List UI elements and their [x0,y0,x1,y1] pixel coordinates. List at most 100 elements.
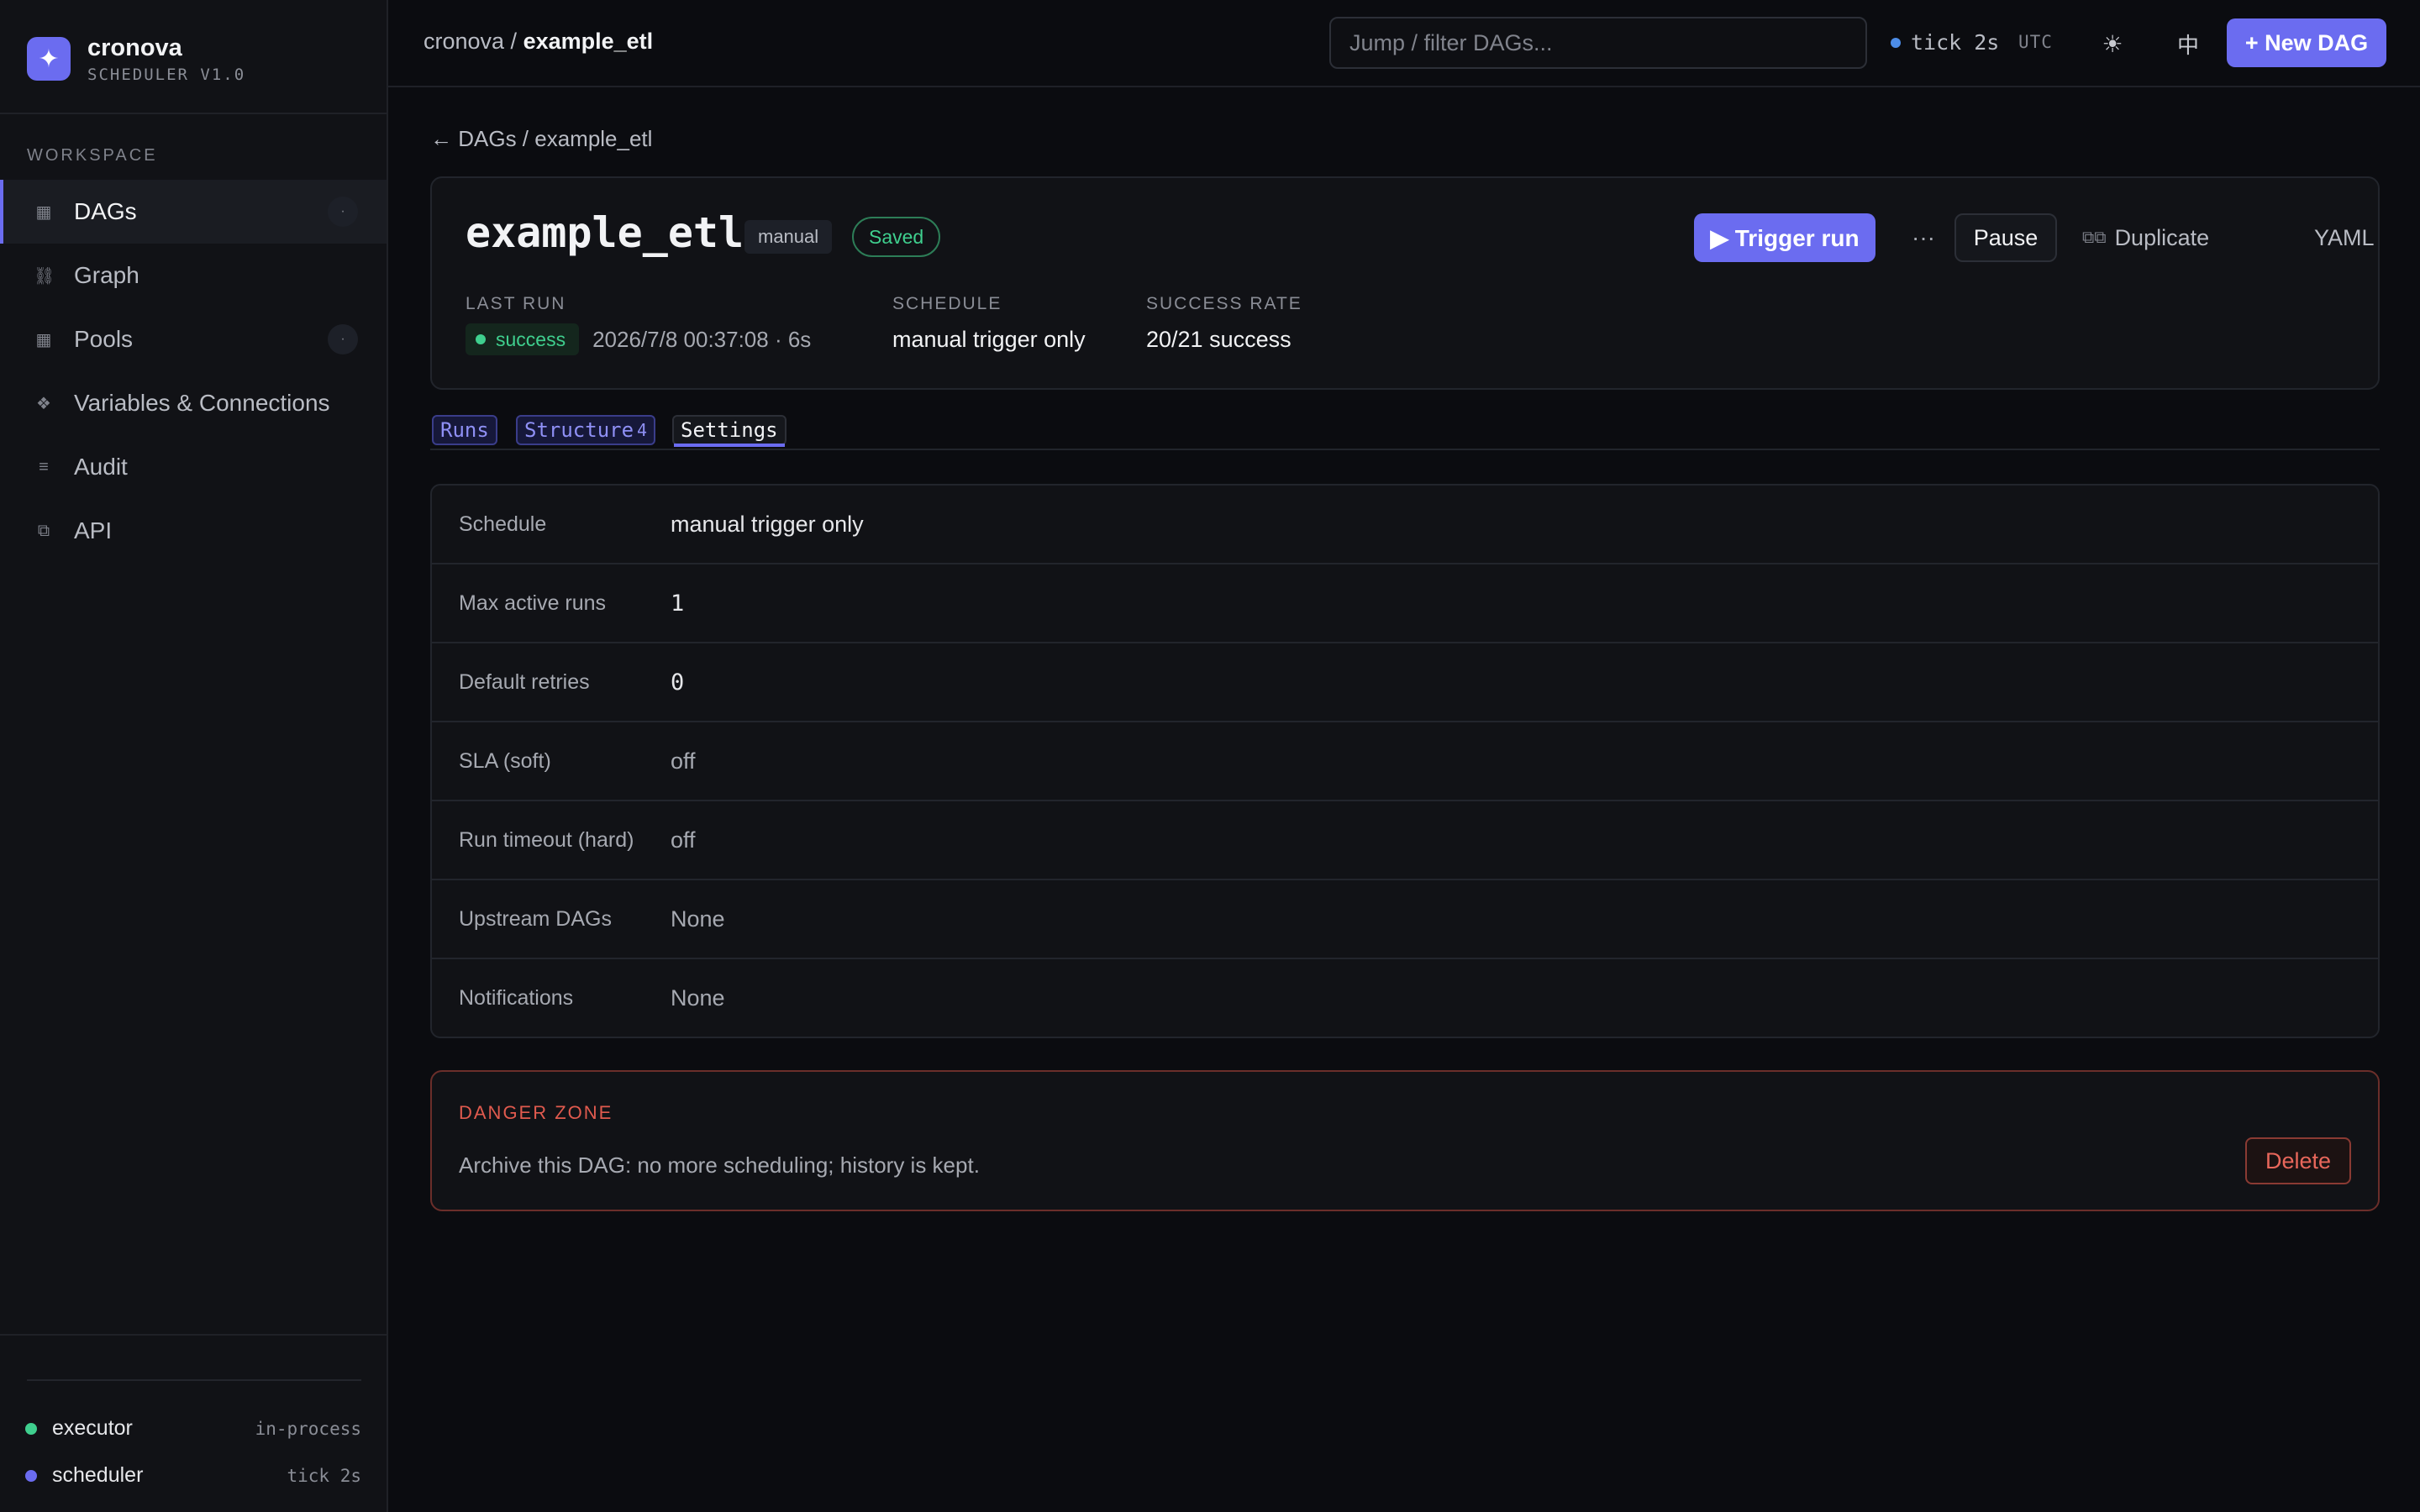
sidebar-item-label: DAGs [74,198,137,224]
sidebar-item-label: Variables & Connections [74,390,330,416]
setting-label: Notifications [459,985,574,1010]
setting-value: off [671,827,696,853]
setting-label: Upstream DAGs [459,906,612,931]
link-icon: ⛓ [34,266,55,286]
list-icon: ≡ [39,457,49,476]
status-value: in-process [255,1418,361,1439]
meta-label: SCHEDULE [892,294,1002,313]
sidebar-item-variables-connections[interactable]: ❖ Variables & Connections [0,371,387,435]
setting-value: off [671,748,696,774]
section-label: WORKSPACE [27,146,158,165]
tick-indicator: tick 2s [1891,30,1999,55]
breadcrumb-current: example_etl [523,29,654,54]
main-content: ← DAGs / example_etl example_etl manual … [388,87,2420,1512]
dag-header-card: example_etl manual Saved ▶ Trigger run ·… [430,176,2380,390]
page-title: example_etl [466,208,744,257]
sidebar-item-audit[interactable]: ≡ Audit [0,435,387,499]
sidebar: ✦ cronova SCHEDULER V1.0 WORKSPACE ▦ DAG… [0,0,388,1512]
executor-status: executor in-process [25,1416,361,1441]
sparkle-icon: ✦ [27,37,71,81]
setting-label: SLA (soft) [459,748,551,773]
setting-value: manual trigger only [671,511,864,537]
trigger-type-tag: manual [744,220,833,254]
scheduler-status: scheduler tick 2s [25,1463,361,1488]
sidebar-nav: ▦ DAGs · ⛓ Graph ▦ Pools · ❖ Variables &… [0,180,387,563]
pool-icon: ▦ [35,330,52,349]
sidebar-footer-divider [0,1334,387,1336]
meta-label: LAST RUN [466,294,566,313]
tab-label: Runs [440,418,489,442]
table-row: Notifications None [432,959,2378,1037]
status-name: scheduler [52,1463,144,1487]
duplicate-label: Duplicate [2114,224,2210,250]
duplicate-button[interactable]: ⧉⧉ Duplicate [2082,215,2209,260]
sidebar-divider [0,113,387,114]
search-input[interactable] [1329,17,1867,69]
yaml-button[interactable]: YAML [2314,215,2375,260]
pause-button[interactable]: Pause [1954,213,2057,262]
table-row: Run timeout (hard) off [432,801,2378,880]
language-toggle-button[interactable]: 中 [2166,22,2210,66]
status-value: tick 2s [287,1465,361,1486]
brand[interactable]: ✦ cronova SCHEDULER V1.0 [27,34,245,84]
table-row: SLA (soft) off [432,722,2378,801]
sidebar-item-graph[interactable]: ⛓ Graph [0,244,387,307]
brand-subtitle: SCHEDULER V1.0 [87,66,246,84]
tab-runs[interactable]: Runs [432,415,497,445]
danger-zone-description: Archive this DAG: no more scheduling; hi… [459,1152,980,1178]
status-name: executor [52,1416,133,1440]
setting-label: Default retries [459,669,590,694]
setting-value: None [671,906,725,932]
tick-label: tick 2s [1911,30,2000,55]
back-breadcrumb[interactable]: ← DAGs / example_etl [430,126,652,152]
sidebar-footer-separator [27,1379,361,1381]
diamond-icon: ❖ [36,394,51,413]
status-badge-label: success [496,328,566,350]
sidebar-item-label: Graph [74,262,139,288]
status-dot [25,1422,37,1435]
setting-value: 0 [671,669,685,696]
sidebar-item-dags[interactable]: ▦ DAGs · [0,180,387,244]
sidebar-item-label: API [74,517,113,543]
tab-structure[interactable]: Structure 4 [516,415,656,445]
topbar: cronova / example_etl tick 2s UTC ☀ 中 + … [388,0,2420,87]
api-icon: ⧉ [37,521,50,540]
tab-settings[interactable]: Settings [672,415,786,447]
meta-value: 20/21 success [1146,326,1292,352]
success-dot [476,334,486,344]
copy-icon: ⧉⧉ [2082,228,2107,247]
table-row: Upstream DAGs None [432,880,2378,959]
grid-icon: ▦ [35,202,52,222]
setting-label: Max active runs [459,591,607,615]
brand-name: cronova [87,34,182,61]
tick-dot [1891,37,1901,48]
delete-button[interactable]: Delete [2245,1137,2351,1184]
sidebar-item-label: Pools [74,326,134,352]
trigger-run-button[interactable]: ▶ Trigger run [1694,213,1876,262]
setting-label: Run timeout (hard) [459,827,634,852]
settings-table: Schedule manual trigger only Max active … [430,484,2380,1038]
new-dag-button[interactable]: + New DAG [2227,18,2386,67]
success-rate-meta: SUCCESS RATE 20/21 success [1146,294,1302,356]
status-badge: success [466,323,580,355]
count-badge: · [328,324,358,354]
tab-bar: Runs Structure 4 Settings [430,410,2380,450]
theme-toggle-sun-icon[interactable]: ☀ [2091,22,2134,66]
last-run-meta: LAST RUN success 2026/7/8 00:37:08 · 6s [466,294,811,356]
app-root: ✦ cronova SCHEDULER V1.0 WORKSPACE ▦ DAG… [0,0,2420,1512]
schedule-meta: SCHEDULE manual trigger only [892,294,1086,356]
tab-label: Settings [681,418,778,442]
status-dot [25,1469,37,1482]
sidebar-item-api[interactable]: ⧉ API [0,499,387,563]
setting-label: Schedule [459,512,547,536]
table-row: Schedule manual trigger only [432,486,2378,564]
breadcrumb: cronova / example_etl [424,29,653,55]
meta-value: manual trigger only [892,326,1086,352]
sidebar-item-pools[interactable]: ▦ Pools · [0,307,387,371]
more-options-icon[interactable]: ··· [1902,215,1944,260]
danger-zone: DANGER ZONE Archive this DAG: no more sc… [430,1070,2380,1211]
breadcrumb-root[interactable]: cronova / [424,29,523,54]
danger-zone-title: DANGER ZONE [459,1102,613,1123]
timezone-label[interactable]: UTC [2018,32,2053,52]
setting-value: None [671,984,725,1011]
